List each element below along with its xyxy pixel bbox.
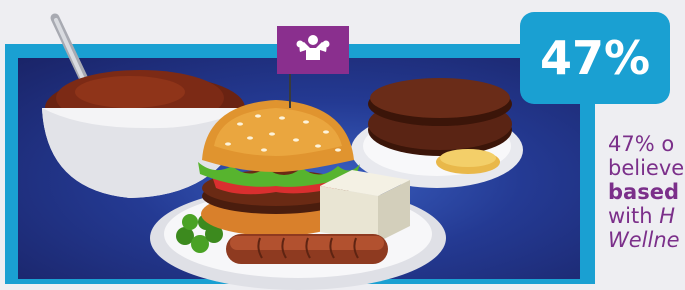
caption-emphasis: based: [608, 180, 679, 204]
caption-line-4-italic: H: [659, 204, 676, 228]
stat-caption: 47% o believe based with H Wellne: [608, 132, 685, 252]
caption-line-5: Wellne: [608, 228, 685, 252]
stat-value: 47%: [539, 31, 651, 85]
stat-badge: 47%: [520, 12, 670, 104]
tofu-block: [320, 170, 410, 242]
caption-line-4-prefix: with: [608, 204, 660, 228]
caption-line-1: 47% o: [608, 132, 675, 156]
caption-line-2: believe: [608, 156, 685, 180]
sausage: [226, 234, 388, 264]
caption-line-5-italic: Wellne: [608, 228, 680, 252]
caption-line-4: with H: [608, 204, 685, 228]
patties-plate: [351, 78, 523, 188]
caption-line-3: based: [608, 180, 685, 204]
